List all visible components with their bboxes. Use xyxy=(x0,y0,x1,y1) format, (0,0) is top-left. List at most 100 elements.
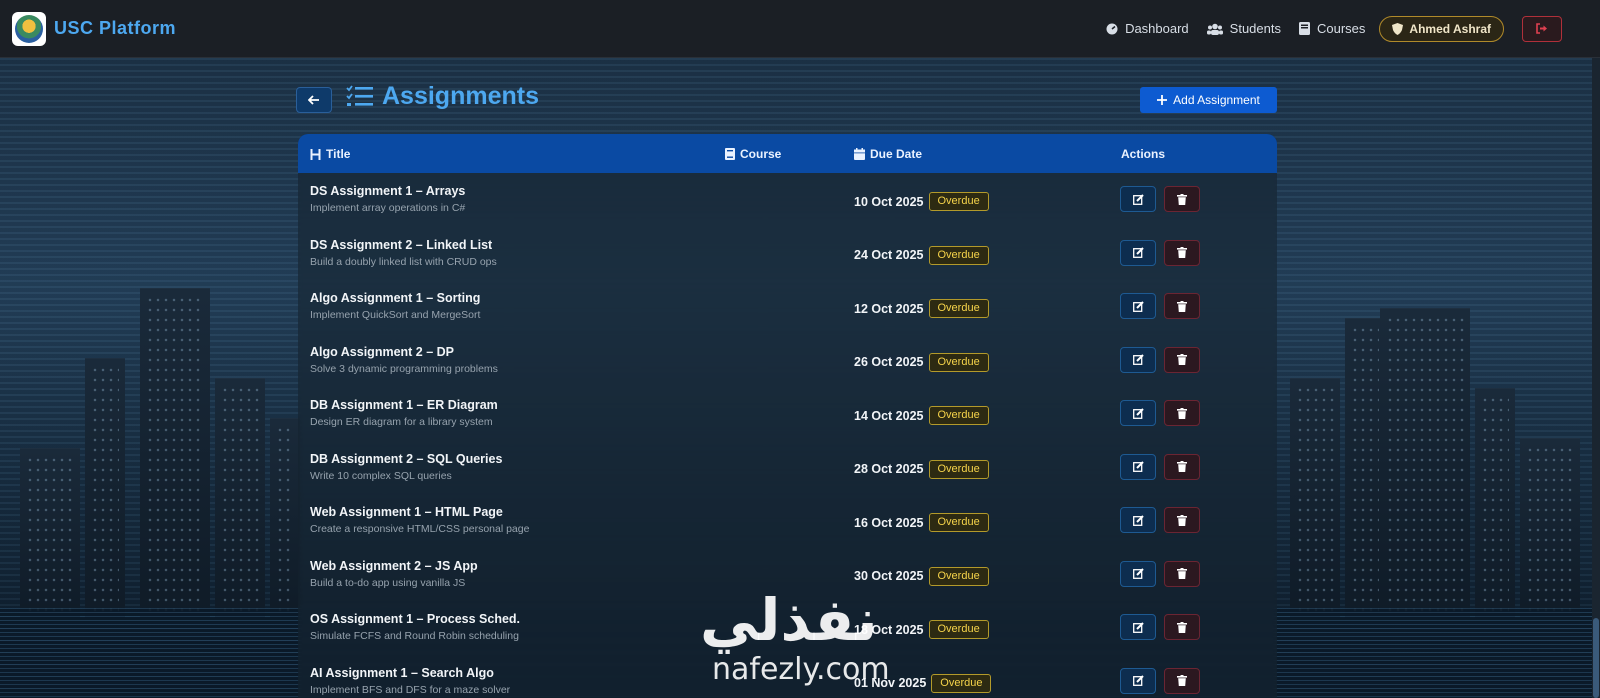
edit-button[interactable] xyxy=(1120,186,1156,212)
assignment-title: DS Assignment 2 – Linked List xyxy=(310,237,493,252)
delete-button[interactable] xyxy=(1164,614,1200,640)
shield-icon xyxy=(1392,22,1404,35)
due-date: 30 Oct 2025 Overdue xyxy=(854,566,989,586)
logout-button[interactable] xyxy=(1522,15,1562,42)
assignment-title: DS Assignment 1 – Arrays xyxy=(310,184,466,198)
assignment-title: Web Assignment 1 – HTML Page xyxy=(310,505,503,519)
users-icon xyxy=(1206,23,1223,35)
edit-icon xyxy=(1132,300,1144,312)
delete-button[interactable] xyxy=(1164,186,1200,212)
due-date-text: 30 Oct 2025 xyxy=(854,569,924,583)
user-profile-button[interactable]: Ahmed Ashraf xyxy=(1379,15,1504,42)
assignment-title: AI Assignment 1 – Search Algo xyxy=(310,665,494,680)
nav-dashboard-label: Dashboard xyxy=(1125,21,1189,36)
add-assignment-button[interactable]: Add Assignment xyxy=(1140,87,1277,113)
assignment-description: Implement QuickSort and MergeSort xyxy=(310,309,481,321)
due-date: 28 Oct 2025 Overdue xyxy=(854,459,989,479)
assignment-title: DB Assignment 1 – ER Diagram xyxy=(310,398,498,412)
header-actions: Actions xyxy=(1121,147,1165,161)
assignment-title: DB Assignment 2 – SQL Queries xyxy=(310,451,503,466)
assignment-description: Build a doubly linked list with CRUD ops xyxy=(310,255,497,268)
header-title[interactable]: Title xyxy=(310,147,350,161)
edit-button[interactable] xyxy=(1120,293,1156,319)
header-title-label: Title xyxy=(326,147,351,161)
plus-icon xyxy=(1157,95,1168,105)
due-date-text: 26 Oct 2025 xyxy=(854,355,924,369)
edit-button[interactable] xyxy=(1120,346,1156,373)
nav-courses[interactable]: Courses xyxy=(1299,21,1365,36)
task-list-icon xyxy=(346,84,373,106)
assignment-description: Implement array operations in C# xyxy=(310,202,466,214)
arrow-left-icon xyxy=(308,95,319,105)
nav-students-label: Students xyxy=(1229,21,1281,36)
table-row: DS Assignment 1 – Arrays Implement array… xyxy=(298,173,1277,227)
due-date: 16 Oct 2025 Overdue xyxy=(854,513,989,532)
user-name: Ahmed Ashraf xyxy=(1409,21,1491,36)
due-date-text: 24 Oct 2025 xyxy=(854,248,924,262)
delete-button[interactable] xyxy=(1164,239,1200,266)
nafezly-watermark: نفذلي nafezly.com xyxy=(700,590,890,698)
status-badge: Overdue xyxy=(928,406,989,425)
delete-button[interactable] xyxy=(1164,453,1200,480)
edit-icon xyxy=(1132,514,1144,526)
edit-icon xyxy=(1132,193,1144,205)
back-button[interactable] xyxy=(296,87,332,113)
edit-icon xyxy=(1132,621,1144,633)
edit-icon xyxy=(1132,247,1144,258)
edit-button[interactable] xyxy=(1120,400,1156,426)
due-date-text: 10 Oct 2025 xyxy=(854,194,924,209)
status-badge: Overdue xyxy=(928,299,989,318)
due-date: 14 Oct 2025 Overdue xyxy=(854,406,989,425)
table-row: Web Assignment 1 – HTML Page Create a re… xyxy=(298,494,1277,548)
delete-button[interactable] xyxy=(1164,346,1200,373)
watermark-arabic: نفذلي xyxy=(700,586,878,654)
table-row: Algo Assignment 2 – DP Solve 3 dynamic p… xyxy=(298,334,1277,388)
heading-icon xyxy=(310,148,321,160)
edit-icon xyxy=(1132,675,1144,686)
status-badge: Overdue xyxy=(928,620,989,639)
dashboard-icon xyxy=(1106,23,1118,34)
delete-button[interactable] xyxy=(1164,560,1200,587)
assignment-description: Design ER diagram for a library system xyxy=(310,416,493,428)
header-actions-label: Actions xyxy=(1121,147,1166,161)
header-course[interactable]: Course xyxy=(725,147,781,161)
platform-logo[interactable] xyxy=(12,11,46,46)
nav-students[interactable]: Students xyxy=(1206,21,1281,36)
table-row: Algo Assignment 1 – Sorting Implement Qu… xyxy=(298,280,1277,334)
trash-icon xyxy=(1177,300,1187,312)
delete-button[interactable] xyxy=(1164,293,1200,319)
page-scrollbar[interactable] xyxy=(1592,58,1600,698)
edit-button[interactable] xyxy=(1120,453,1156,480)
delete-button[interactable] xyxy=(1164,667,1200,694)
status-badge: Overdue xyxy=(931,673,992,693)
delete-button[interactable] xyxy=(1164,507,1200,533)
assignment-description: Implement BFS and DFS for a maze solver xyxy=(310,683,511,696)
edit-button[interactable] xyxy=(1120,239,1156,266)
brand-name[interactable]: USC Platform xyxy=(54,18,176,39)
assignment-title: Algo Assignment 2 – DP xyxy=(310,344,455,359)
top-navbar: USC Platform Dashboard Students Courses … xyxy=(0,0,1600,58)
nav-dashboard[interactable]: Dashboard xyxy=(1106,21,1189,36)
assignment-title: Web Assignment 2 – JS App xyxy=(310,558,478,573)
assignment-description: Create a responsive HTML/CSS personal pa… xyxy=(310,523,530,535)
assignment-title: Algo Assignment 1 – Sorting xyxy=(310,291,481,305)
edit-button[interactable] xyxy=(1120,560,1156,587)
edit-button[interactable] xyxy=(1120,507,1156,533)
assignment-description: Write 10 complex SQL queries xyxy=(310,469,452,482)
assignment-description: Solve 3 dynamic programming problems xyxy=(310,362,498,375)
scrollbar-thumb[interactable] xyxy=(1593,618,1599,698)
edit-icon xyxy=(1132,354,1144,365)
edit-button[interactable] xyxy=(1120,667,1156,694)
assignment-description: Build a to-do app using vanilla JS xyxy=(310,576,466,589)
due-date-text: 28 Oct 2025 xyxy=(854,462,924,476)
nav-courses-label: Courses xyxy=(1317,21,1366,36)
delete-button[interactable] xyxy=(1164,400,1200,426)
edit-button[interactable] xyxy=(1120,614,1156,640)
header-due-date[interactable]: Due Date xyxy=(854,147,922,161)
status-badge: Overdue xyxy=(928,245,989,265)
assignment-title: OS Assignment 1 – Process Sched. xyxy=(310,612,521,626)
trash-icon xyxy=(1177,193,1187,205)
header-due-date-label: Due Date xyxy=(870,147,923,161)
table-header: Title Course Due Date Actions xyxy=(298,134,1277,173)
add-assignment-label: Add Assignment xyxy=(1173,93,1260,107)
